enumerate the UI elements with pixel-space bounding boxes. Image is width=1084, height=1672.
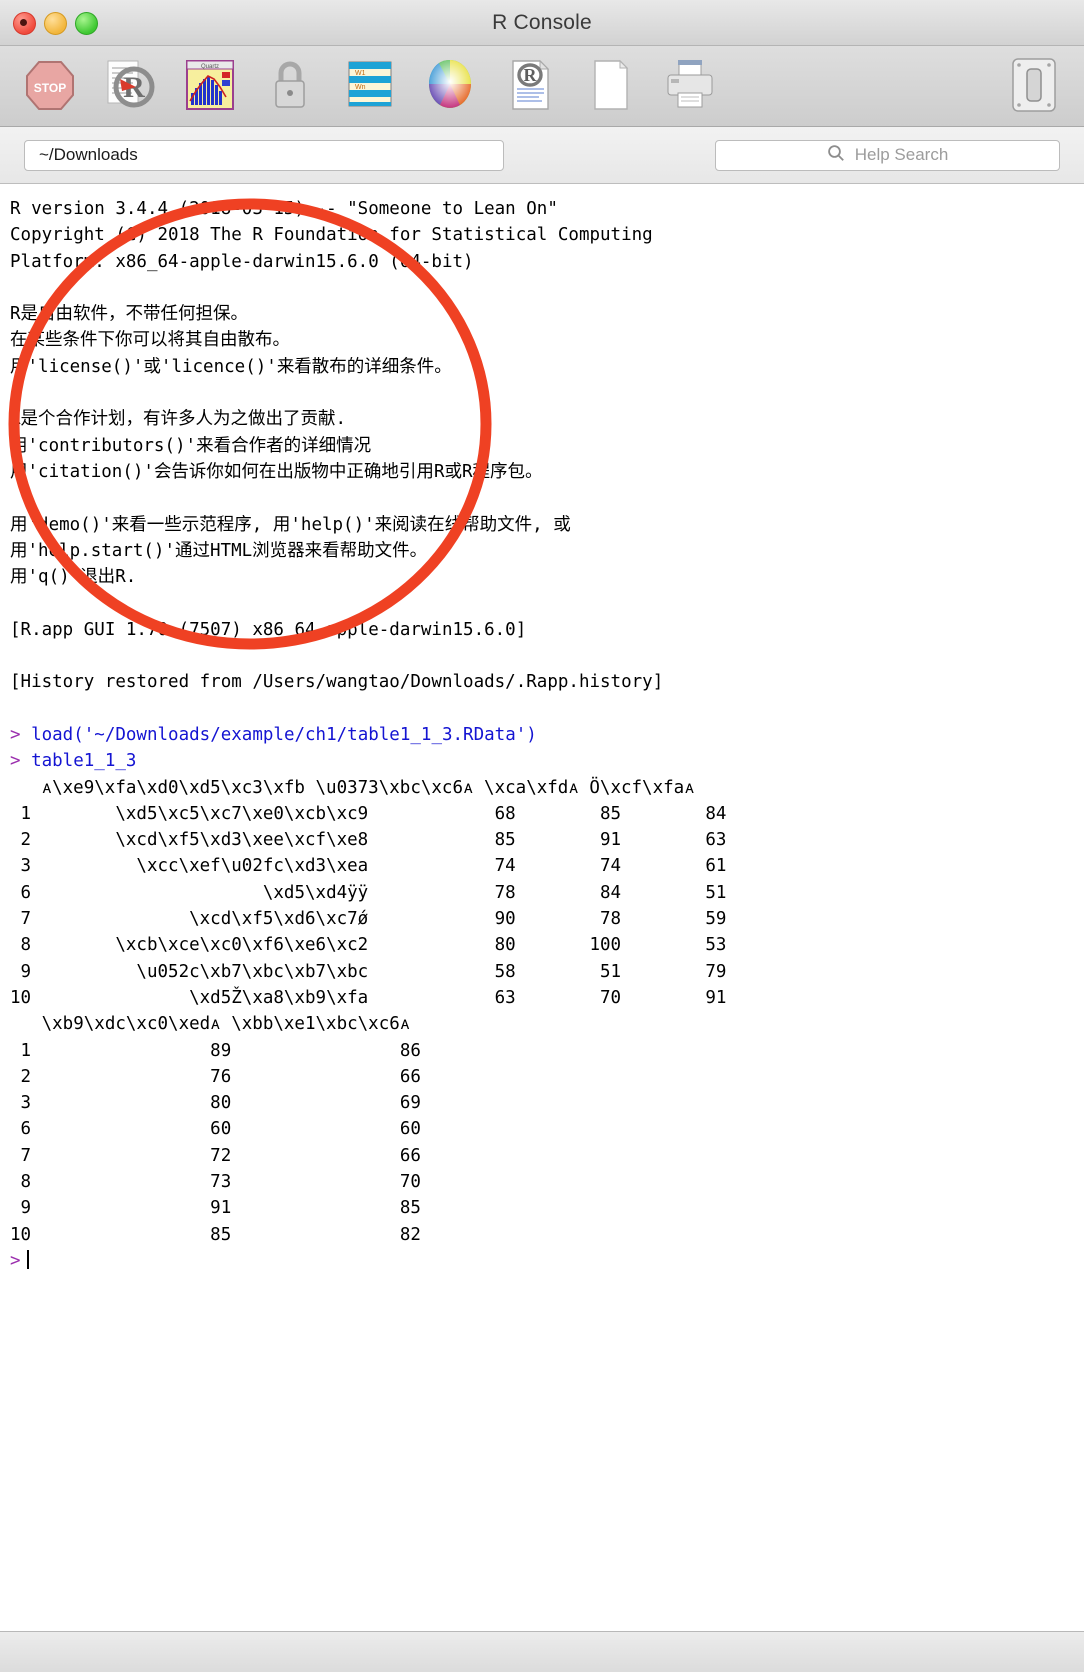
console-output-area[interactable]: R version 3.4.4 (2018-03-15) -- "Someone…: [0, 184, 1084, 1631]
working-directory-field[interactable]: ~/Downloads: [24, 139, 504, 171]
search-icon: [827, 144, 845, 167]
svg-text:Quartz: Quartz: [201, 64, 219, 70]
search-container: Help Search: [520, 139, 1060, 171]
new-document-button[interactable]: [582, 55, 638, 117]
help-search-placeholder: Help Search: [854, 145, 949, 164]
source-r-document-button[interactable]: R: [102, 55, 158, 117]
r-help-document-button[interactable]: R: [502, 55, 558, 117]
color-picker-button[interactable]: [422, 55, 478, 117]
lock-button[interactable]: [262, 55, 318, 117]
svg-text:STOP: STOP: [34, 81, 66, 95]
working-directory-value: ~/Downloads: [39, 145, 138, 164]
console-text: R version 3.4.4 (2018-03-15) -- "Someone…: [10, 199, 727, 1271]
help-search-field[interactable]: Help Search: [715, 139, 1060, 171]
r-console-window: R Console STOP Quartz W1 Wn R ~/Download…: [0, 0, 1084, 1672]
window-status-bar: [0, 1631, 1084, 1672]
print-button[interactable]: [662, 55, 718, 117]
path-search-row: ~/Downloads Help Search: [0, 127, 1084, 184]
window-title: R Console: [492, 11, 592, 34]
data-editor-button[interactable]: W1 Wn: [342, 55, 398, 117]
svg-text:W1: W1: [355, 70, 366, 77]
svg-text:Wn: Wn: [355, 84, 366, 91]
svg-text:R: R: [524, 65, 538, 85]
window-titlebar: R Console: [0, 0, 1084, 46]
quartz-plot-button[interactable]: Quartz: [182, 55, 238, 117]
main-toolbar: STOP R: [0, 46, 1084, 127]
toggle-sidebar-button[interactable]: [1006, 55, 1062, 117]
toolbar-icon-group: STOP R: [22, 55, 718, 117]
console-caret: [26, 1249, 29, 1269]
stop-button[interactable]: STOP: [22, 55, 78, 117]
